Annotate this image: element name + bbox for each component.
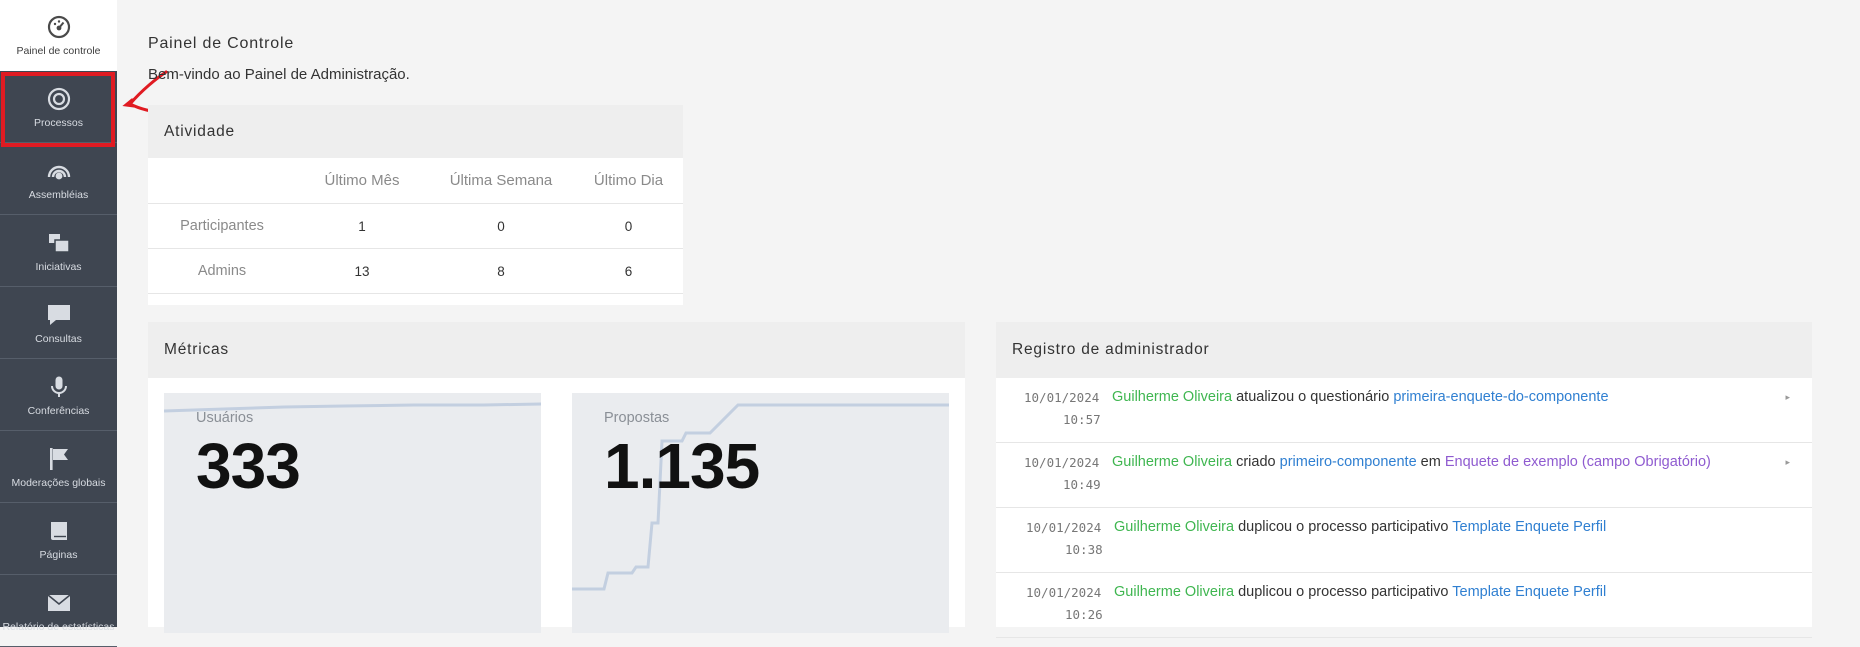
sidebar-item-conferences[interactable]: Conferências [0,360,117,431]
log-connector: em [1416,454,1445,470]
book-icon [46,518,72,544]
log-entry: 10/01/2024 10:38 Guilherme Oliveira dupl… [996,508,1812,573]
metrics-card-title: Métricas [148,322,965,378]
sidebar-item-label: Conferências [27,404,90,417]
log-entry: 10/01/2024 10:57 Guilherme Oliveira atua… [996,378,1812,443]
proposals-metric-tile[interactable]: Propostas 1.135 [572,393,949,633]
log-space-link[interactable]: Enquete de exemplo (campo Obrigatório) [1445,454,1711,470]
sidebar-item-label: Moderações globais [11,476,106,489]
admin-log-card: Registro de administrador 10/01/2024 10:… [996,322,1812,638]
sidebar-item-global-moderations[interactable]: Moderações globais [0,432,117,503]
table-cell: 0 [574,203,683,249]
sidebar-item-label: Painel de controle [16,45,101,57]
log-resource-link[interactable]: primeiro-componente [1280,454,1417,470]
log-user-link[interactable]: Guilherme Oliveira [1112,454,1232,470]
assembly-icon [46,158,72,184]
column-header [148,158,296,204]
table-cell: 0 [428,203,574,249]
log-date: 10/01/2024 [1026,585,1102,600]
chat-bubble-icon [46,302,72,328]
sidebar-item-label: Iniciativas [35,260,82,273]
log-date: 10/01/2024 [1024,455,1100,470]
log-resource-link[interactable]: primeira-enquete-do-componente [1393,389,1608,405]
sidebar-item-processes[interactable]: Processos [0,72,117,143]
log-time: 10:49 [1063,477,1101,492]
row-header: Participantes [148,203,296,249]
metric-value: 1.135 [604,430,760,502]
metrics-card: Métricas Usuários 333 Propostas 1.135 [148,322,965,633]
metric-value: 333 [196,430,301,502]
column-header: Último Dia [574,158,683,204]
table-row: Participantes 1 0 0 [148,203,683,249]
admin-log-card-title: Registro de administrador [996,322,1812,378]
admin-sidebar: Painel de controle Processos Assembléias… [0,0,117,647]
metric-label: Propostas [604,410,670,426]
column-header: Última Semana [428,158,574,204]
row-header: Admins [148,248,296,294]
dashboard-icon [46,14,72,40]
activity-card-title: Atividade [148,105,683,158]
welcome-message: Bem-vindo ao Painel de Administração. [148,66,410,83]
log-user-link[interactable]: Guilherme Oliveira [1114,584,1234,600]
log-user-link[interactable]: Guilherme Oliveira [1112,389,1232,405]
log-text: Guilherme Oliveira atualizou o questioná… [1112,389,1609,405]
log-time: 10:26 [1065,607,1103,622]
log-time: 10:38 [1065,542,1103,557]
log-date: 10/01/2024 [1026,520,1102,535]
initiatives-icon [46,230,72,256]
log-entry: 10/01/2024 10:49 Guilherme Oliveira cria… [996,443,1812,508]
log-action: criado [1232,454,1280,470]
log-resource-link[interactable]: Template Enquete Perfil [1452,584,1606,600]
log-time: 10:57 [1063,412,1101,427]
table-header-row: Último Mês Última Semana Último Dia [148,158,683,204]
log-text: Guilherme Oliveira duplicou o processo p… [1114,584,1606,600]
log-action: duplicou o processo participativo [1234,584,1453,600]
log-action: atualizou o questionário [1232,389,1394,405]
sidebar-item-label: Assembléias [28,188,89,201]
expand-caret-icon[interactable]: ▸ [1785,392,1790,403]
log-text: Guilherme Oliveira criado primeiro-compo… [1112,454,1711,470]
column-header: Último Mês [296,158,428,204]
users-metric-tile[interactable]: Usuários 333 [164,393,541,633]
flag-icon [46,446,72,472]
table-cell: 6 [574,248,683,294]
sidebar-item-label: Processos [33,116,84,129]
activity-table: Último Mês Última Semana Último Dia Part… [148,158,683,294]
log-action: duplicou o processo participativo [1234,519,1453,535]
microphone-icon [46,374,72,400]
table-cell: 1 [296,203,428,249]
log-date: 10/01/2024 [1024,390,1100,405]
activity-card: Atividade Último Mês Última Semana Últim… [148,105,683,305]
log-user-link[interactable]: Guilherme Oliveira [1114,519,1234,535]
page-title: Painel de Controle [148,35,295,52]
sidebar-item-label: Consultas [35,332,82,345]
log-entry: 10/01/2024 10:26 Guilherme Oliveira dupl… [996,573,1812,638]
sidebar-item-dashboard[interactable]: Painel de controle [0,0,117,71]
sidebar-item-label: Páginas [39,548,78,561]
metric-label: Usuários [196,410,254,426]
target-icon [46,86,72,112]
sidebar-item-consultations[interactable]: Consultas [0,288,117,359]
sidebar-item-pages[interactable]: Páginas [0,504,117,575]
table-cell: 13 [296,248,428,294]
log-resource-link[interactable]: Template Enquete Perfil [1452,519,1606,535]
log-text: Guilherme Oliveira duplicou o processo p… [1114,519,1606,535]
envelope-icon [46,590,72,616]
sidebar-item-initiatives[interactable]: Iniciativas [0,216,117,287]
table-row: Admins 13 8 6 [148,248,683,294]
sidebar-item-statistics-report[interactable]: Relatório de estatísticas [0,576,117,647]
expand-caret-icon[interactable]: ▸ [1785,457,1790,468]
sidebar-item-assemblies[interactable]: Assembléias [0,144,117,215]
table-cell: 8 [428,248,574,294]
